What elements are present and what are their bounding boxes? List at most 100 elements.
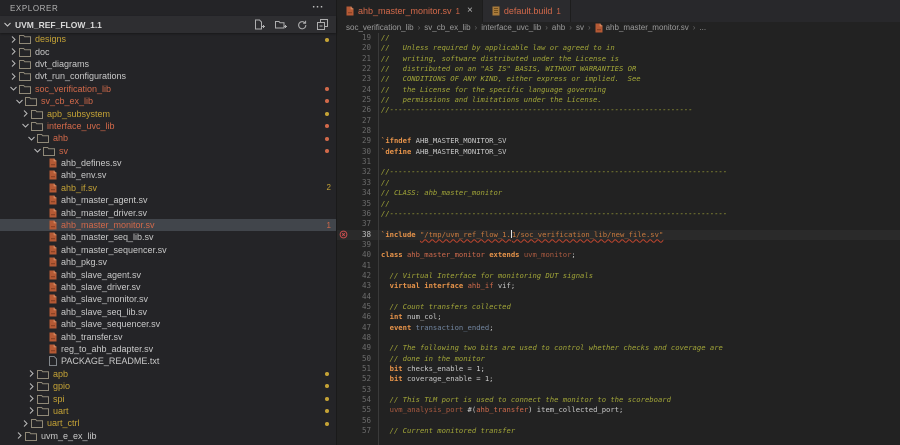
line-number: 50	[350, 354, 371, 364]
breadcrumb-item-interface_uvc_lib[interactable]: interface_uvc_lib	[481, 23, 541, 32]
breadcrumb-item-sv_cb_ex_lib[interactable]: sv_cb_ex_lib	[424, 23, 470, 32]
tree-item-apb[interactable]: apb	[0, 368, 336, 380]
tree-item-ahb_master_monitor.sv[interactable]: ahb_master_monitor.sv1	[0, 219, 336, 231]
tree-item-label: doc	[35, 47, 50, 57]
code-line-26[interactable]: 26//------------------------------------…	[337, 105, 900, 115]
new-folder-button[interactable]	[275, 19, 287, 30]
tree-item-label: soc_verification_lib	[35, 84, 111, 94]
tree-item-dvt_diagrams[interactable]: dvt_diagrams	[0, 58, 336, 70]
code-line-54[interactable]: 54 // This TLM port is used to connect t…	[337, 395, 900, 405]
breadcrumb-item-soc_verification_lib[interactable]: soc_verification_lib	[346, 23, 414, 32]
tree-item-ahb_slave_monitor.sv[interactable]: ahb_slave_monitor.sv	[0, 293, 336, 305]
code-line-38[interactable]: 38`include "/tmp/uvm_ref_flow_1.1/soc_ve…	[337, 230, 900, 240]
code-line-47[interactable]: 47 event transaction_ended;	[337, 323, 900, 333]
tree-item-ahb_master_seq_lib.sv[interactable]: ahb_master_seq_lib.sv	[0, 231, 336, 243]
tree-item-ahb_slave_sequencer.sv[interactable]: ahb_slave_sequencer.sv	[0, 318, 336, 330]
explorer-panel-title: EXPLORER ···	[0, 0, 336, 16]
code-line-34[interactable]: 34// CLASS: ahb_master_monitor	[337, 188, 900, 198]
code-line-31[interactable]: 31	[337, 157, 900, 167]
modified-dot	[325, 137, 329, 141]
code-area[interactable]: 19//20// Unless required by applicable l…	[337, 33, 900, 445]
tree-item-ahb_slave_agent.sv[interactable]: ahb_slave_agent.sv	[0, 268, 336, 280]
tab-default.build[interactable]: default.build1	[483, 0, 571, 22]
code-line-49[interactable]: 49 // The following two bits are used to…	[337, 343, 900, 353]
tree-item-reg_to_ahb_adapter.sv[interactable]: reg_to_ahb_adapter.sv	[0, 343, 336, 355]
tree-item-ahb_slave_driver.sv[interactable]: ahb_slave_driver.sv	[0, 281, 336, 293]
code-line-29[interactable]: 29`ifndef AHB_MASTER_MONITOR_SV	[337, 136, 900, 146]
code-line-28[interactable]: 28	[337, 126, 900, 136]
code-line-25[interactable]: 25// permissions and limitations under t…	[337, 95, 900, 105]
tree-item-label: uart_ctrl	[47, 418, 80, 428]
code-line-50[interactable]: 50 // done in the monitor	[337, 354, 900, 364]
code-line-23[interactable]: 23// CONDITIONS OF ANY KIND, either expr…	[337, 74, 900, 84]
code-line-48[interactable]: 48	[337, 333, 900, 343]
code-line-20[interactable]: 20// Unless required by applicable law o…	[337, 43, 900, 53]
code-line-36[interactable]: 36//------------------------------------…	[337, 209, 900, 219]
code-line-22[interactable]: 22// distributed on an "AS IS" BASIS, WI…	[337, 64, 900, 74]
modified-dot	[325, 372, 329, 376]
code-line-46[interactable]: 46 int num_col;	[337, 312, 900, 322]
code-line-45[interactable]: 45 // Count transfers collected	[337, 302, 900, 312]
tab-ahb_master_monitor.sv[interactable]: ahb_master_monitor.sv1×	[337, 0, 483, 22]
tree-item-ahb_master_agent.sv[interactable]: ahb_master_agent.sv	[0, 194, 336, 206]
more-actions-icon[interactable]: ···	[312, 4, 324, 12]
tree-item-doc[interactable]: doc	[0, 45, 336, 57]
tree-item-designs[interactable]: designs	[0, 33, 336, 45]
close-icon[interactable]: ×	[467, 6, 473, 16]
tree-item-ahb_if.sv[interactable]: ahb_if.sv2	[0, 182, 336, 194]
code-line-19[interactable]: 19//	[337, 33, 900, 43]
tree-item-ahb_master_sequencer.sv[interactable]: ahb_master_sequencer.sv	[0, 244, 336, 256]
code-line-27[interactable]: 27	[337, 116, 900, 126]
collapse-all-button[interactable]	[317, 19, 328, 30]
breadcrumb-item-sv[interactable]: sv	[576, 23, 584, 32]
code-line-21[interactable]: 21// writing, software distributed under…	[337, 54, 900, 64]
tree-item-gpio[interactable]: gpio	[0, 380, 336, 392]
modified-dot	[325, 409, 329, 413]
code-line-41[interactable]: 41	[337, 261, 900, 271]
tree-item-spi[interactable]: spi	[0, 392, 336, 404]
code-line-33[interactable]: 33//	[337, 178, 900, 188]
explorer-section-header[interactable]: UVM_REF_FLOW_1.1	[0, 16, 336, 33]
tree-item-sv_cb_ex_lib[interactable]: sv_cb_ex_lib	[0, 95, 336, 107]
tree-item-uart_ctrl[interactable]: uart_ctrl	[0, 417, 336, 429]
code-line-56[interactable]: 56	[337, 416, 900, 426]
refresh-button[interactable]	[297, 20, 307, 30]
code-line-35[interactable]: 35//	[337, 199, 900, 209]
new-file-button[interactable]	[254, 19, 265, 30]
code-line-24[interactable]: 24// the License for the specific langua…	[337, 85, 900, 95]
tree-item-ahb_transfer.sv[interactable]: ahb_transfer.sv	[0, 330, 336, 342]
code-line-30[interactable]: 30`define AHB_MASTER_MONITOR_SV	[337, 147, 900, 157]
code-line-53[interactable]: 53	[337, 385, 900, 395]
tree-item-ahb_slave_seq_lib.sv[interactable]: ahb_slave_seq_lib.sv	[0, 306, 336, 318]
tree-item-sv[interactable]: sv	[0, 145, 336, 157]
code-line-52[interactable]: 52 bit coverage_enable = 1;	[337, 374, 900, 384]
code-line-32[interactable]: 32//------------------------------------…	[337, 167, 900, 177]
file-sv-icon	[49, 307, 57, 317]
code-line-51[interactable]: 51 bit checks_enable = 1;	[337, 364, 900, 374]
tree-item-interface_uvc_lib[interactable]: interface_uvc_lib	[0, 120, 336, 132]
tree-item-ahb_pkg.sv[interactable]: ahb_pkg.sv	[0, 256, 336, 268]
breadcrumb-item-ahb_master_monitor.sv[interactable]: ahb_master_monitor.sv	[595, 23, 689, 33]
tree-item-dvt_run_configurations[interactable]: dvt_run_configurations	[0, 70, 336, 82]
code-line-55[interactable]: 55 uvm_analysis_port #(ahb_transfer) ite…	[337, 405, 900, 415]
code-line-text: // distributed on an "AS IS" BASIS, WITH…	[381, 64, 636, 74]
tree-item-apb_subsystem[interactable]: apb_subsystem	[0, 107, 336, 119]
code-line-40[interactable]: 40class ahb_master_monitor extends uvm_m…	[337, 250, 900, 260]
breadcrumb-item-...[interactable]: ...	[699, 23, 706, 32]
code-line-57[interactable]: 57 // Current monitored transfer	[337, 426, 900, 436]
tree-item-soc_verification_lib[interactable]: soc_verification_lib	[0, 83, 336, 95]
folder-icon	[19, 34, 31, 44]
breadcrumb-item-ahb[interactable]: ahb	[552, 23, 565, 32]
code-line-37[interactable]: 37	[337, 219, 900, 229]
tree-item-uart[interactable]: uart	[0, 405, 336, 417]
code-line-42[interactable]: 42 // Virtual Interface for monitoring D…	[337, 271, 900, 281]
tree-item-uvm_e_ex_lib[interactable]: uvm_e_ex_lib	[0, 430, 336, 442]
code-line-43[interactable]: 43 virtual interface ahb_if vif;	[337, 281, 900, 291]
code-line-39[interactable]: 39	[337, 240, 900, 250]
tree-item-PACKAGE_README.txt[interactable]: PACKAGE_README.txt	[0, 355, 336, 367]
tree-item-ahb_env.sv[interactable]: ahb_env.sv	[0, 169, 336, 181]
tree-item-ahb[interactable]: ahb	[0, 132, 336, 144]
code-line-44[interactable]: 44	[337, 292, 900, 302]
tree-item-ahb_master_driver.sv[interactable]: ahb_master_driver.sv	[0, 206, 336, 218]
tree-item-ahb_defines.sv[interactable]: ahb_defines.sv	[0, 157, 336, 169]
